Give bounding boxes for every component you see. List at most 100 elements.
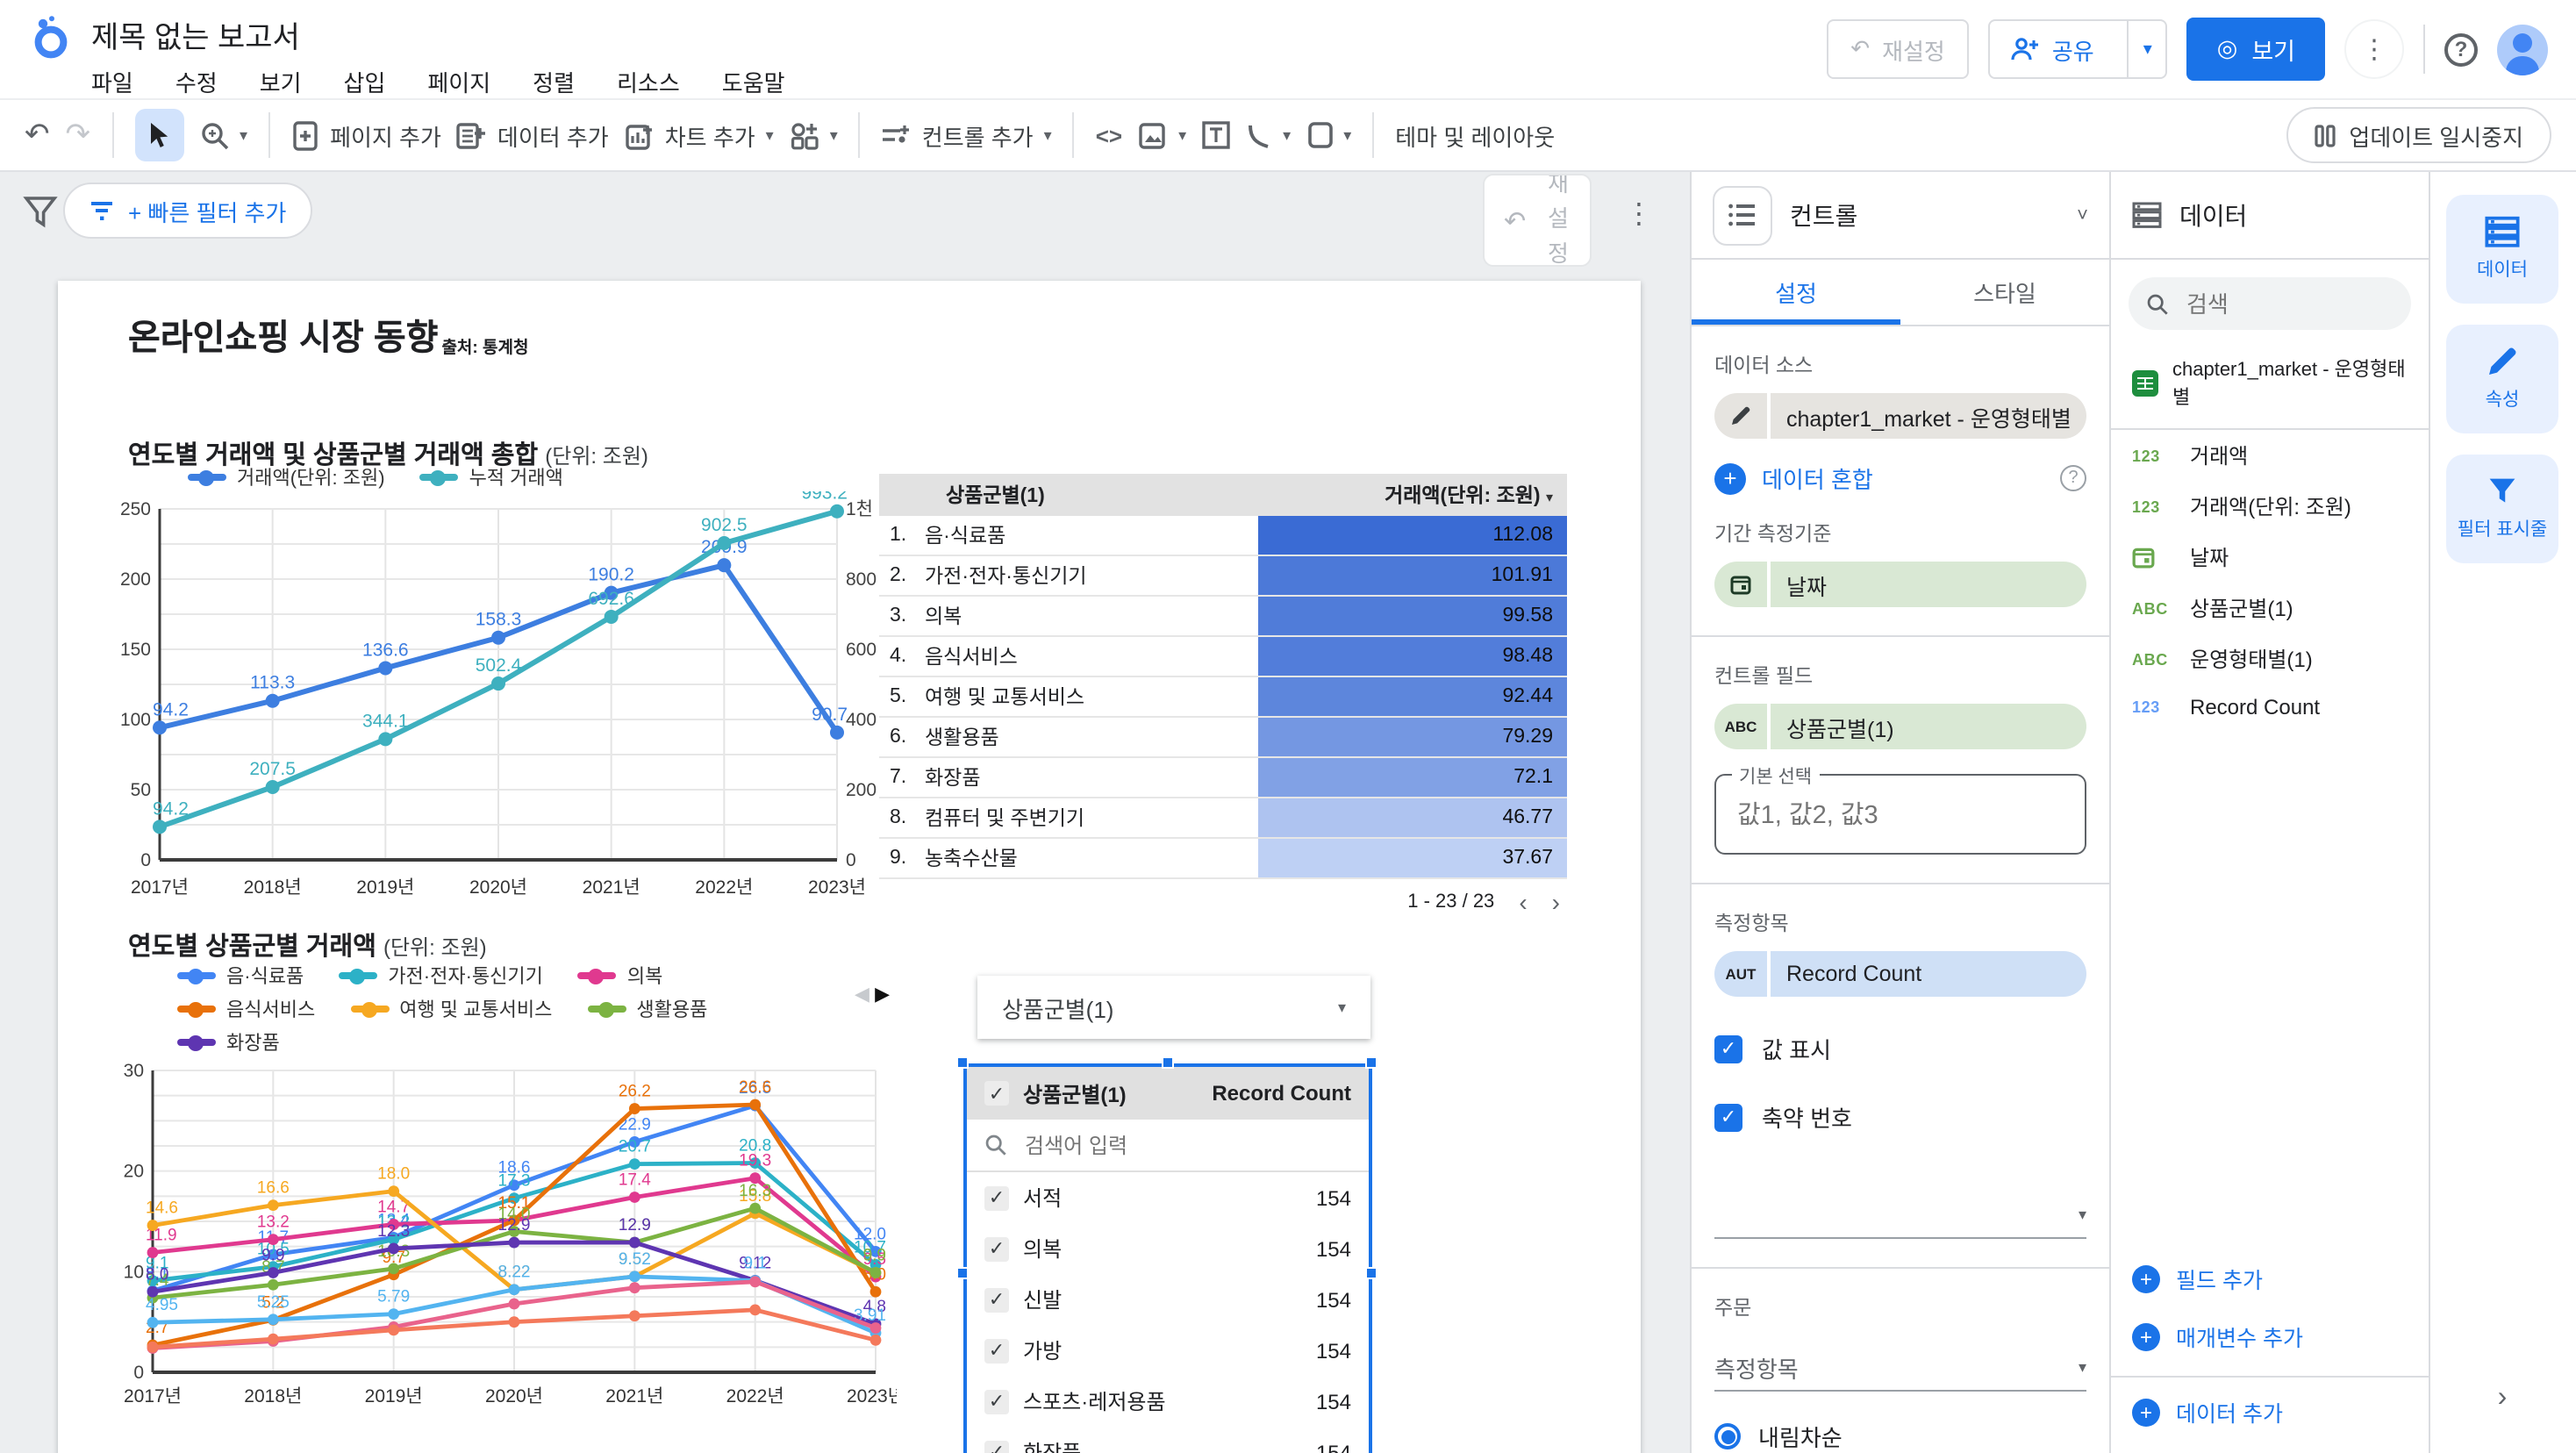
menu-item[interactable]: 정렬 [533, 65, 575, 98]
list-item[interactable]: ✓ 가방 154 [967, 1325, 1369, 1376]
share-button[interactable]: 공유 ▾ [1988, 19, 2168, 79]
more-options-button[interactable]: ⋮ [2344, 19, 2404, 79]
undo-button[interactable]: ↶ [25, 118, 50, 153]
legend-item[interactable]: 거래액(단위: 조원) [188, 463, 385, 491]
checkbox-icon[interactable]: ✓ [984, 1338, 1009, 1363]
tab-style[interactable]: 스타일 [1900, 260, 2109, 325]
list-item[interactable]: ✓ 의복 154 [967, 1223, 1369, 1274]
list-header[interactable]: ✓ 상품군별(1) Record Count [967, 1067, 1369, 1120]
menu-item[interactable]: 수정 [175, 65, 218, 98]
legend-item[interactable]: 생활용품 [587, 995, 707, 1023]
checkbox-icon[interactable]: ✓ [984, 1081, 1009, 1106]
table-row[interactable]: 5. 여행 및 교통서비스 92.44 [879, 677, 1567, 718]
add-control-button[interactable]: 컨트롤 추가 ▾ [882, 118, 1052, 152]
selection-handle[interactable] [956, 1267, 969, 1279]
avatar[interactable] [2497, 24, 2548, 75]
selection-handle[interactable] [1365, 1267, 1377, 1279]
menu-item[interactable]: 보기 [260, 65, 302, 98]
list-item[interactable]: ✓ 서적 154 [967, 1172, 1369, 1223]
control-type-button[interactable] [1713, 185, 1772, 245]
tab-setup[interactable]: 설정 [1692, 260, 1900, 325]
dropdown-control[interactable]: 상품군별(1) ▾ [977, 976, 1370, 1039]
table-row[interactable]: 8. 컴퓨터 및 주변기기 46.77 [879, 798, 1567, 839]
field-search-input[interactable] [2183, 289, 2358, 319]
field-row[interactable]: ABC 운영형태별(1) [2111, 633, 2429, 684]
help-icon[interactable]: ? [2060, 465, 2086, 491]
order-metric-select[interactable]: 측정항목 ▾ [1714, 1346, 2086, 1392]
menu-item[interactable]: 삽입 [344, 65, 386, 98]
multi-series-line-chart[interactable]: 음·식료품 가전·전자·통신기기 의복 음식서비스 여행 및 교통서비스 생활용품 화장품 … [107, 962, 905, 1416]
legend-item[interactable]: 누적 거래액 [419, 463, 563, 491]
collapse-panel-button[interactable]: › [2498, 1383, 2508, 1414]
checkbox-icon[interactable]: ✓ [984, 1236, 1009, 1261]
category-table[interactable]: 상품군별(1) 거래액(단위: 조원) ▾ 1. 음·식료품 112.08 2. 가전·… [879, 474, 1567, 925]
table-row[interactable]: 3. 의복 99.58 [879, 597, 1567, 637]
view-button[interactable]: ◎ 보기 [2186, 18, 2325, 81]
zoom-tool-button[interactable]: ▾ [199, 120, 247, 150]
share-dropdown-arrow[interactable]: ▾ [2127, 21, 2166, 77]
canvas-reset-button[interactable]: ↶ 재설정 [1483, 174, 1592, 267]
table-header[interactable]: 상품군별(1) 거래액(단위: 조원) ▾ [879, 474, 1567, 516]
menu-item[interactable]: 파일 [91, 65, 133, 98]
compact-numbers-checkbox[interactable]: ✓ 축약 번호 [1714, 1100, 2086, 1134]
community-components-button[interactable]: ▾ [790, 120, 838, 150]
legend-pager[interactable]: ◀ ▶ [855, 983, 890, 1006]
menu-item[interactable]: 페이지 [427, 65, 490, 98]
selection-handle[interactable] [1365, 1056, 1377, 1069]
insert-line-button[interactable]: ▾ [1246, 122, 1291, 148]
legend-item[interactable]: 화장품 [177, 1028, 280, 1056]
list-search-row[interactable] [967, 1120, 1369, 1172]
list-item[interactable]: ✓ 신발 154 [967, 1274, 1369, 1325]
legend-item[interactable]: 여행 및 교통서비스 [350, 995, 552, 1023]
data-source-row[interactable]: chapter1_market - 운영형태별 [2111, 330, 2429, 430]
canvas-more-options[interactable]: ⋮ [1625, 197, 1653, 232]
menu-item[interactable]: 리소스 [617, 65, 680, 98]
default-selection-field[interactable]: 기본 선택 [1714, 763, 2086, 855]
quick-filter-button[interactable]: + 빠른 필터 추가 [63, 183, 313, 239]
report-canvas[interactable]: + 빠른 필터 추가 ↶ 재설정 ⋮ 온라인쇼핑 시장 동향 출처: 통계청 연도… [0, 172, 1692, 1453]
table-row[interactable]: 6. 생활용품 79.29 [879, 718, 1567, 758]
checkbox-icon[interactable]: ✓ [984, 1440, 1009, 1453]
insert-image-button[interactable]: ▾ [1138, 122, 1186, 148]
field-search-box[interactable] [2129, 277, 2411, 330]
add-field-button[interactable]: + 필드 추가 [2111, 1249, 2429, 1307]
table-row[interactable]: 9. 농축수산물 37.67 [879, 839, 1567, 879]
menu-item[interactable]: 도움말 [722, 65, 785, 98]
pause-updates-button[interactable]: 업데이트 일시중지 [2286, 107, 2551, 163]
insert-text-button[interactable] [1202, 121, 1230, 149]
help-button[interactable]: ? [2444, 32, 2478, 66]
list-search-input[interactable] [1021, 1131, 1267, 1159]
embed-url-button[interactable]: <> [1096, 122, 1122, 148]
fixed-list-control[interactable]: ✓ 상품군별(1) Record Count ✓ 서적 154 ✓ 의복 154 ✓ 신발 15… [963, 1063, 1372, 1453]
field-row[interactable]: ABC 상품군별(1) [2111, 583, 2429, 633]
legend-item[interactable]: 의복 [577, 962, 662, 990]
checkbox-icon[interactable]: ✓ [984, 1287, 1009, 1312]
field-row[interactable]: 123 거래액 [2111, 430, 2429, 481]
legend-item[interactable]: 음·식료품 [177, 962, 304, 990]
period-field-chip[interactable]: 날짜 [1714, 562, 2086, 607]
legend-item[interactable]: 음식서비스 [177, 995, 315, 1023]
reset-button[interactable]: ↶ 재설정 [1826, 19, 1970, 79]
selection-handle[interactable] [1162, 1056, 1174, 1069]
control-field-chip[interactable]: ABC 상품군별(1) [1714, 704, 2086, 749]
add-page-button[interactable]: 페이지 추가 [291, 118, 441, 152]
field-row[interactable]: 123 거래액(단위: 조원) [2111, 481, 2429, 532]
rail-tab-data[interactable]: 데이터 [2446, 195, 2558, 304]
theme-layout-button[interactable]: 테마 및 레이아웃 [1395, 118, 1555, 152]
field-row[interactable]: 날짜 [2111, 532, 2429, 583]
list-item[interactable]: ✓ 화장품 154 [967, 1427, 1369, 1453]
page-prev-button[interactable]: ‹ [1519, 888, 1527, 916]
add-parameter-button[interactable]: + 매개변수 추가 [2111, 1307, 2429, 1365]
table-row[interactable]: 4. 음식서비스 98.48 [879, 637, 1567, 677]
table-row[interactable]: 1. 음·식료품 112.08 [879, 516, 1567, 556]
chevron-down-icon[interactable]: ˅ [2077, 204, 2088, 225]
add-data-button[interactable]: 데이터 추가 [457, 118, 609, 152]
data-source-chip[interactable]: chapter1_market - 운영형태별 [1714, 393, 2086, 439]
rail-tab-properties[interactable]: 속성 [2446, 325, 2558, 433]
report-title[interactable]: 제목 없는 보고서 [91, 12, 785, 56]
add-data-button[interactable]: + 데이터 추가 [2111, 1378, 2429, 1453]
page-next-button[interactable]: › [1552, 888, 1560, 916]
show-values-checkbox[interactable]: ✓ 값 표시 [1714, 1032, 2086, 1065]
table-row[interactable]: 2. 가전·전자·통신기기 101.91 [879, 556, 1567, 597]
redo-button[interactable]: ↷ [66, 118, 91, 153]
